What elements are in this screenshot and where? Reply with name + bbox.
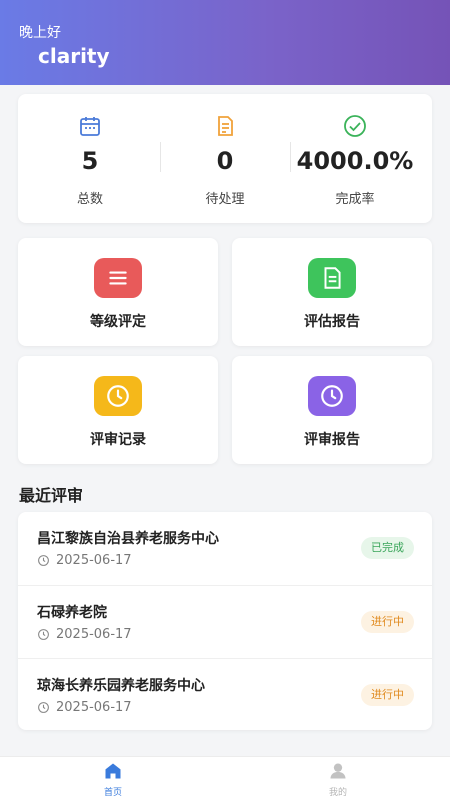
- stat-total-label: 总数: [76, 192, 103, 207]
- stats-card: 5 总数 0 待处理 4000.0% 完成率: [18, 94, 432, 223]
- header: 晚上好 clarity: [0, 0, 450, 85]
- clock-icon: [38, 702, 49, 713]
- stat-pending-value: 0: [216, 147, 234, 175]
- document-icon: [156, 114, 294, 138]
- status-badge: 进行中: [361, 611, 414, 633]
- clock-icon: [38, 555, 49, 566]
- review-date: 2025-06-17: [56, 553, 132, 568]
- menu-label: 评估报告: [304, 314, 360, 330]
- review-date: 2025-06-17: [56, 700, 132, 715]
- menu-assessment-report[interactable]: 评估报告: [232, 238, 432, 346]
- menu-grade-rating[interactable]: 等级评定: [18, 238, 218, 346]
- username: clarity: [38, 44, 110, 68]
- menu-review-records[interactable]: 评审记录: [18, 356, 218, 464]
- menu-review-report[interactable]: 评审报告: [232, 356, 432, 464]
- tab-home[interactable]: 首页: [83, 761, 143, 798]
- facility-name: 琼海长养乐园养老服务中心: [37, 678, 205, 694]
- facility-name: 石碌养老院: [37, 605, 107, 621]
- review-date: 2025-06-17: [56, 627, 132, 642]
- greeting: 晚上好: [19, 25, 61, 41]
- status-badge: 已完成: [361, 537, 414, 559]
- tab-label: 首页: [103, 788, 122, 798]
- section-title-recent: 最近评审: [19, 486, 84, 505]
- facility-name: 昌江黎族自治县养老服务中心: [37, 531, 219, 547]
- stat-total[interactable]: 5 总数: [21, 94, 159, 223]
- recent-reviews-list: 昌江黎族自治县养老服务中心 2025-06-17 已完成 石碌养老院 2025-…: [18, 512, 432, 730]
- bottom-tab-bar: 首页 我的: [0, 756, 450, 800]
- check-circle-icon: [286, 114, 424, 138]
- menu-label: 等级评定: [90, 314, 146, 330]
- stat-total-value: 5: [81, 147, 99, 175]
- clock-icon: [308, 376, 356, 416]
- stat-completion[interactable]: 4000.0% 完成率: [286, 94, 424, 223]
- stat-pending-label: 待处理: [205, 192, 245, 207]
- clock-icon: [94, 376, 142, 416]
- stat-completion-label: 完成率: [335, 192, 375, 207]
- home-icon: [105, 763, 121, 779]
- status-badge: 进行中: [361, 684, 414, 706]
- clock-icon: [38, 629, 49, 640]
- calendar-icon: [21, 114, 159, 138]
- report-icon: [308, 258, 356, 298]
- tab-profile[interactable]: 我的: [308, 761, 368, 798]
- menu-label: 评审报告: [304, 432, 360, 448]
- list-icon: [94, 258, 142, 298]
- user-icon: [330, 763, 346, 779]
- tab-label: 我的: [328, 788, 347, 798]
- list-item[interactable]: 琼海长养乐园养老服务中心 2025-06-17 进行中: [18, 658, 432, 730]
- menu-label: 评审记录: [90, 432, 146, 448]
- list-item[interactable]: 石碌养老院 2025-06-17 进行中: [18, 585, 432, 657]
- stat-completion-value: 4000.0%: [296, 147, 414, 175]
- list-item[interactable]: 昌江黎族自治县养老服务中心 2025-06-17 已完成: [18, 512, 432, 584]
- stat-pending[interactable]: 0 待处理: [156, 94, 294, 223]
